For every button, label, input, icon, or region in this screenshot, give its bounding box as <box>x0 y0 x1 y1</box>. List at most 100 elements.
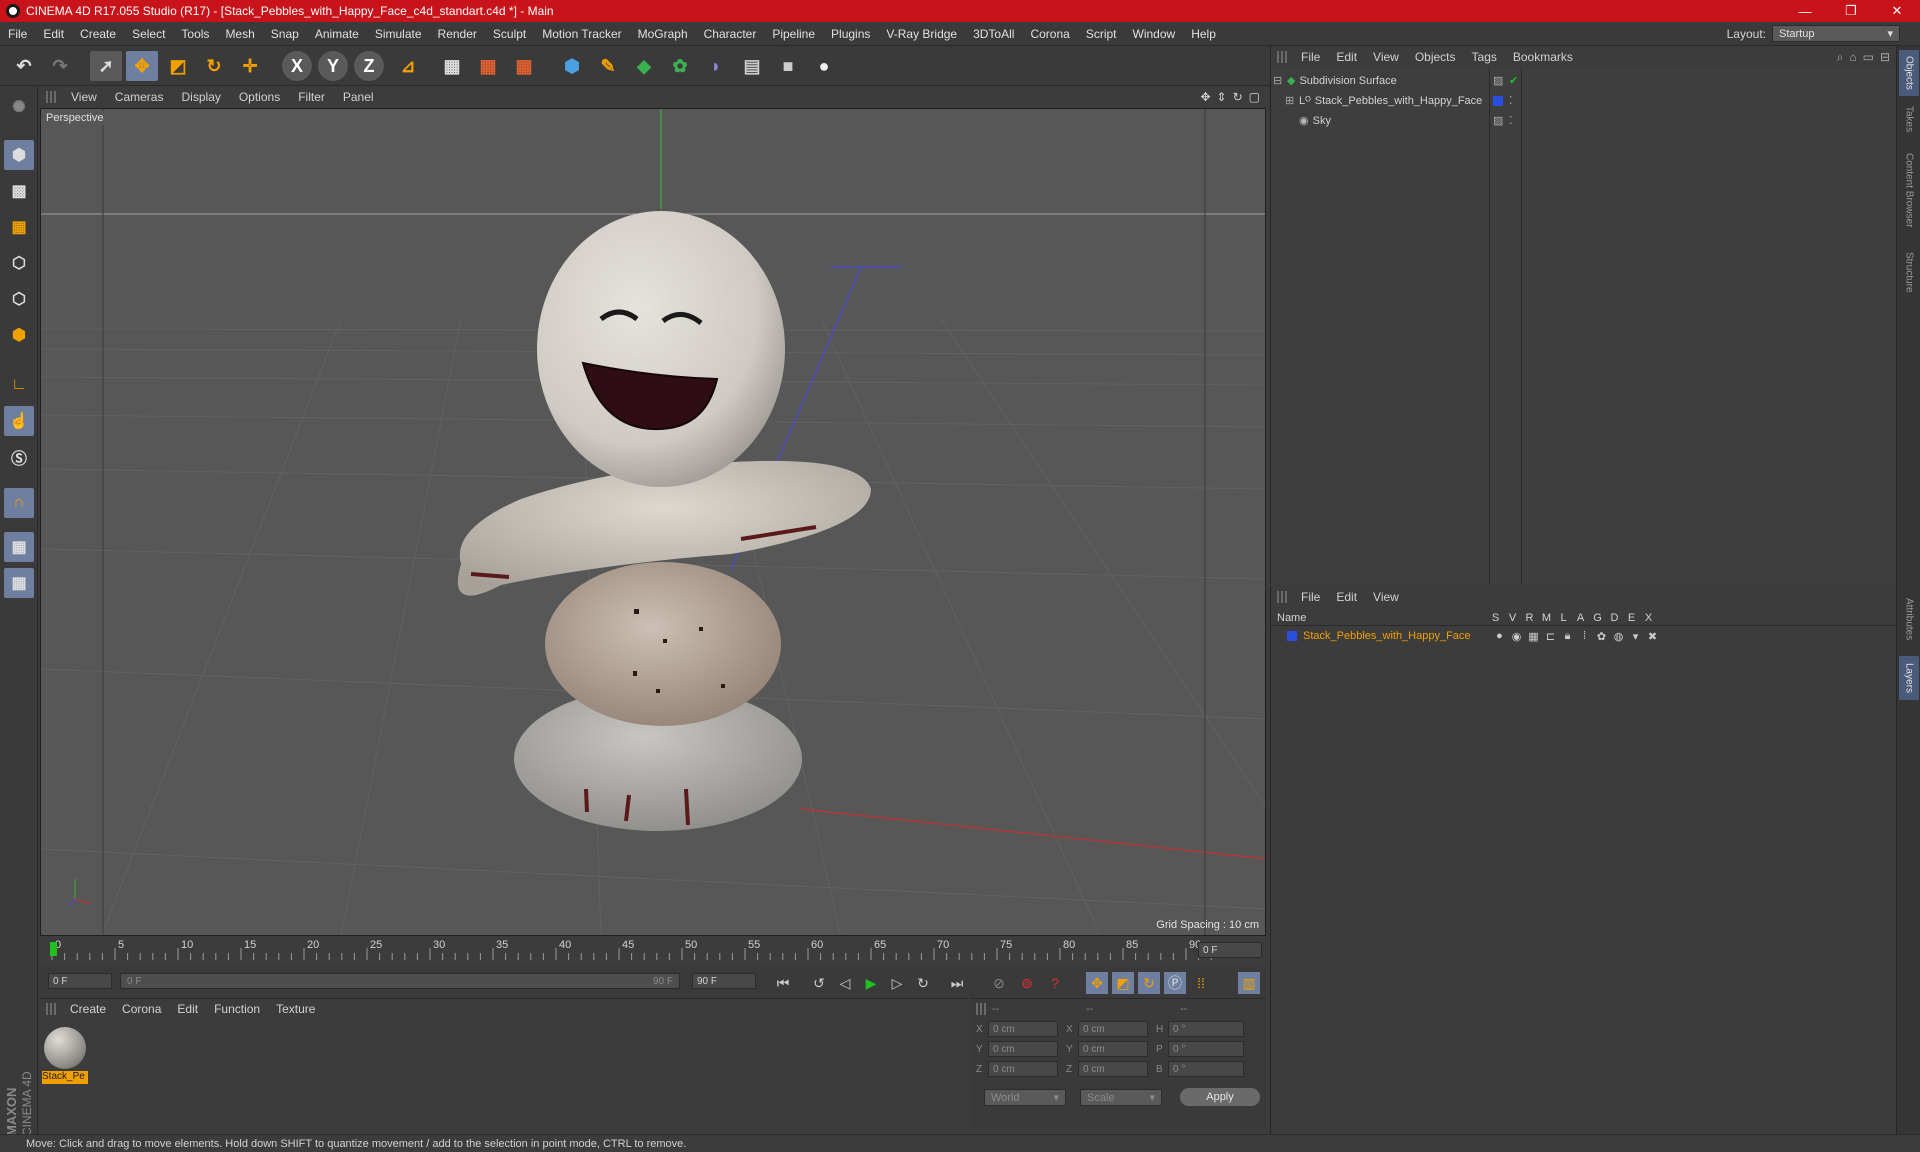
search-icon[interactable]: ⌕ <box>1837 50 1844 65</box>
x-axis-lock-icon[interactable]: X <box>282 51 312 81</box>
material-menu-texture[interactable]: Texture <box>268 1002 323 1016</box>
autokey-icon[interactable]: ? <box>1044 972 1066 994</box>
go-to-start-icon[interactable]: ⏮ <box>772 972 794 994</box>
layer-toggle-icon[interactable]: ▨ <box>1493 114 1503 127</box>
floor-icon[interactable]: ▤ <box>736 51 768 81</box>
current-frame-field[interactable]: 0 F <box>1198 942 1262 958</box>
menu-render[interactable]: Render <box>430 27 485 41</box>
previous-frame-icon[interactable]: ◁ <box>834 972 856 994</box>
viewport-menu-cameras[interactable]: Cameras <box>106 90 173 104</box>
material-menu-edit[interactable]: Edit <box>169 1002 206 1016</box>
menu-character[interactable]: Character <box>696 27 765 41</box>
home-icon[interactable]: ⌂ <box>1849 50 1856 64</box>
layer-column-header[interactable]: S <box>1487 612 1504 624</box>
menu-sculpt[interactable]: Sculpt <box>485 27 534 41</box>
viewport-menu-options[interactable]: Options <box>230 90 289 104</box>
rotation-field[interactable]: 0 ° <box>1168 1021 1244 1037</box>
menu-file[interactable]: File <box>0 27 35 41</box>
viewport-perspective[interactable]: Perspective Grid Spacing : 10 cm <box>40 108 1266 936</box>
menu-create[interactable]: Create <box>72 27 124 41</box>
timeline-window-icon[interactable]: ▥ <box>1238 972 1260 994</box>
object-row[interactable]: ⊞ Lᴼ Stack_Pebbles_with_Happy_Face ⁚ <box>1271 92 1877 109</box>
viewport-menu-panel[interactable]: Panel <box>334 90 383 104</box>
end-frame-field[interactable]: 90 F <box>692 973 756 989</box>
start-frame-field[interactable]: 0 F <box>48 973 112 989</box>
layer-manager-icon[interactable]: ⊏ <box>1542 630 1559 643</box>
menu-edit[interactable]: Edit <box>35 27 72 41</box>
redo-icon[interactable]: ↷ <box>44 51 76 81</box>
collapse-icon[interactable]: ⊟ <box>1273 74 1287 87</box>
menu-snap[interactable]: Snap <box>263 27 307 41</box>
next-frame-icon[interactable]: ▷ <box>886 972 908 994</box>
polygons-mode-icon[interactable]: ⬢ <box>4 320 34 350</box>
layer-menu-view[interactable]: View <box>1365 590 1407 604</box>
transform-tool-icon[interactable]: ✛ <box>234 51 266 81</box>
workplane-icon[interactable]: ▦ <box>4 212 34 242</box>
tab-objects[interactable]: Objects <box>1899 50 1919 96</box>
menu-vray-bridge[interactable]: V-Ray Bridge <box>878 27 965 41</box>
layer-menu-file[interactable]: File <box>1293 590 1328 604</box>
play-icon[interactable]: ▶ <box>860 972 882 994</box>
record-icon[interactable]: ⊚ <box>1016 972 1038 994</box>
object-row[interactable]: ⊟ ◆ Subdivision Surface ▨ ✔ <box>1271 72 1877 89</box>
position-field[interactable]: 0 cm <box>988 1021 1058 1037</box>
visibility-dots-icon[interactable]: ⁚ <box>1509 114 1513 127</box>
light-icon[interactable]: ● <box>808 51 840 81</box>
close-button[interactable]: ✕ <box>1874 0 1920 22</box>
object-row[interactable]: ◉ Sky ▨ ⁚ <box>1271 112 1877 129</box>
key-param-icon[interactable]: Ⓟ <box>1164 972 1186 994</box>
apply-button[interactable]: Apply <box>1180 1088 1260 1106</box>
enabled-check-icon[interactable]: ✔ <box>1509 74 1518 87</box>
layout-dropdown[interactable]: Startup ▾ <box>1772 25 1900 42</box>
object-menu-bookmarks[interactable]: Bookmarks <box>1505 50 1581 64</box>
material-menu-corona[interactable]: Corona <box>114 1002 169 1016</box>
size-field[interactable]: 0 cm <box>1078 1021 1148 1037</box>
layer-column-header[interactable]: R <box>1521 612 1538 624</box>
object-menu-objects[interactable]: Objects <box>1407 50 1464 64</box>
layer-column-header[interactable]: V <box>1504 612 1521 624</box>
menu-script[interactable]: Script <box>1078 27 1125 41</box>
layer-column-header[interactable]: M <box>1538 612 1555 624</box>
tab-structure[interactable]: Structure <box>1899 244 1919 300</box>
points-mode-icon[interactable]: ⬡ <box>4 248 34 278</box>
previous-keyframe-icon[interactable]: ↺ <box>808 972 830 994</box>
rotation-field[interactable]: 0 ° <box>1168 1061 1244 1077</box>
menu-tools[interactable]: Tools <box>173 27 217 41</box>
menu-mesh[interactable]: Mesh <box>217 27 262 41</box>
menu-plugins[interactable]: Plugins <box>823 27 878 41</box>
expand-icon[interactable]: ⊞ <box>1285 94 1299 107</box>
edges-mode-icon[interactable]: ⬡ <box>4 284 34 314</box>
material-menu-function[interactable]: Function <box>206 1002 268 1016</box>
menu-corona[interactable]: Corona <box>1022 27 1077 41</box>
new-view-icon[interactable]: ▭ <box>1863 50 1874 64</box>
move-tool-icon[interactable]: ✥ <box>126 51 158 81</box>
visibility-dots-icon[interactable]: ⁚ <box>1509 94 1513 107</box>
layer-deformers-icon[interactable]: ◍ <box>1610 630 1627 643</box>
tab-layers[interactable]: Layers <box>1899 656 1919 700</box>
layer-toggle-icon[interactable]: ▨ <box>1493 74 1503 87</box>
render-settings-icon[interactable]: ▦ <box>508 51 540 81</box>
layer-column-header[interactable]: X <box>1640 612 1657 624</box>
maximize-button[interactable]: ❐ <box>1828 0 1874 22</box>
layer-visible-icon[interactable]: ◉ <box>1508 630 1525 643</box>
menu-window[interactable]: Window <box>1125 27 1184 41</box>
planar-workplane-icon[interactable]: ▦ <box>4 568 34 598</box>
next-keyframe-icon[interactable]: ↻ <box>912 972 934 994</box>
subdivision-icon[interactable]: ◆ <box>628 51 660 81</box>
snap-icon[interactable]: Ⓢ <box>4 442 34 472</box>
menu-motion-tracker[interactable]: Motion Tracker <box>534 27 629 41</box>
texture-mode-icon[interactable]: ▩ <box>4 176 34 206</box>
layer-column-header[interactable]: G <box>1589 612 1606 624</box>
make-editable-icon[interactable]: ✺ <box>4 92 34 122</box>
timeline-ruler[interactable]: 0 5 10 15 20 25 30 35 40 45 50 55 60 65 70 75 80 85 90 0 F <box>40 938 1266 962</box>
viewport-menu-display[interactable]: Display <box>172 90 229 104</box>
viewport-menu-filter[interactable]: Filter <box>289 90 334 104</box>
menu-pipeline[interactable]: Pipeline <box>764 27 823 41</box>
key-move-icon[interactable]: ✥ <box>1086 972 1108 994</box>
layer-xref-icon[interactable]: ✖ <box>1644 630 1661 643</box>
layer-column-header[interactable]: E <box>1623 612 1640 624</box>
layer-column-header[interactable]: D <box>1606 612 1623 624</box>
material-menu-create[interactable]: Create <box>62 1002 114 1016</box>
rotate-tool-icon[interactable]: ↻ <box>198 51 230 81</box>
expand-icon[interactable]: ⊟ <box>1880 50 1890 64</box>
